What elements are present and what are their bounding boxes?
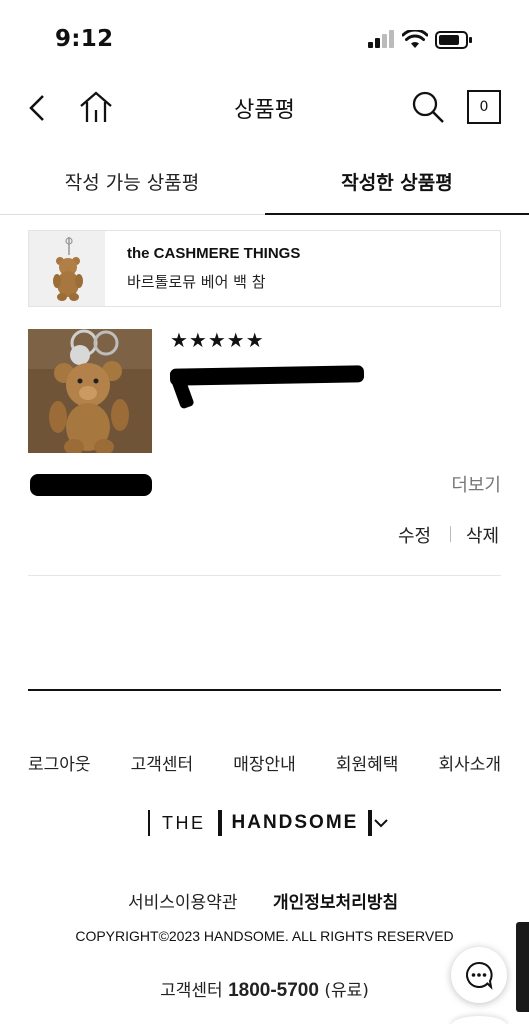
chevron-down-icon[interactable] xyxy=(372,816,390,830)
more-link[interactable]: 더보기 xyxy=(451,471,501,497)
brand-logo[interactable]: THE HANDSOME xyxy=(148,808,373,838)
product-name: 바르톨로뮤 베어 백 참 xyxy=(127,273,266,291)
footer-link-customer-center[interactable]: 고객센터 xyxy=(131,750,194,775)
cs-number[interactable]: 1800-5700 xyxy=(228,980,319,1001)
tab-available-reviews[interactable]: 작성 가능 상품평 xyxy=(0,168,264,216)
status-time: 9:12 xyxy=(55,26,114,52)
tab-active-indicator xyxy=(265,213,529,215)
page-title: 상품평 xyxy=(234,98,295,123)
redacted-review-body xyxy=(30,474,152,496)
copyright-text: COPYRIGHT©2023 HANDSOME. ALL RIGHTS RESE… xyxy=(75,928,454,944)
product-thumbnail xyxy=(29,231,105,306)
footer-link-store-info[interactable]: 매장안내 xyxy=(233,750,296,775)
footer-divider xyxy=(28,689,501,691)
logo-handsome: HANDSOME xyxy=(231,812,359,833)
footer-link-company[interactable]: 회사소개 xyxy=(438,750,501,775)
action-separator xyxy=(450,526,451,542)
privacy-link[interactable]: 개인정보처리방침 xyxy=(273,888,398,913)
review-divider xyxy=(28,575,501,576)
search-icon[interactable] xyxy=(410,89,446,125)
terms-link[interactable]: 서비스이용약관 xyxy=(128,888,237,913)
cs-label: 고객센터 xyxy=(160,981,223,1001)
cart-count: 0 xyxy=(479,99,489,115)
redacted-review-title xyxy=(169,365,365,386)
battery-icon xyxy=(435,31,472,49)
scroll-top-button[interactable] xyxy=(451,1016,507,1024)
review-photo[interactable] xyxy=(28,329,152,453)
footer-link-logout[interactable]: 로그아웃 xyxy=(28,750,91,775)
footer-link-member-benefits[interactable]: 회원혜택 xyxy=(336,750,399,775)
footer-links: 로그아웃 고객센터 매장안내 회원혜택 회사소개 xyxy=(28,750,501,775)
scroll-handle[interactable] xyxy=(516,922,529,1012)
edit-button[interactable]: 수정 xyxy=(398,522,431,548)
delete-button[interactable]: 삭제 xyxy=(466,522,499,548)
tab-written-reviews[interactable]: 작성한 상품평 xyxy=(265,168,529,216)
signal-icon xyxy=(368,30,394,48)
cart-button[interactable]: 0 xyxy=(467,90,501,124)
cs-note: (유료) xyxy=(324,981,369,1001)
product-brand: the CASHMERE THINGS xyxy=(127,245,301,262)
logo-the: THE xyxy=(162,812,206,833)
chat-icon xyxy=(466,961,493,990)
wifi-icon xyxy=(402,30,428,48)
product-card[interactable]: the CASHMERE THINGS 바르톨로뮤 베어 백 참 xyxy=(28,230,501,307)
chat-button[interactable] xyxy=(451,947,507,1003)
review-rating-stars: ★★★★★ xyxy=(170,328,265,352)
customer-center-line: 고객센터 1800-5700 (유료) xyxy=(0,976,529,1002)
